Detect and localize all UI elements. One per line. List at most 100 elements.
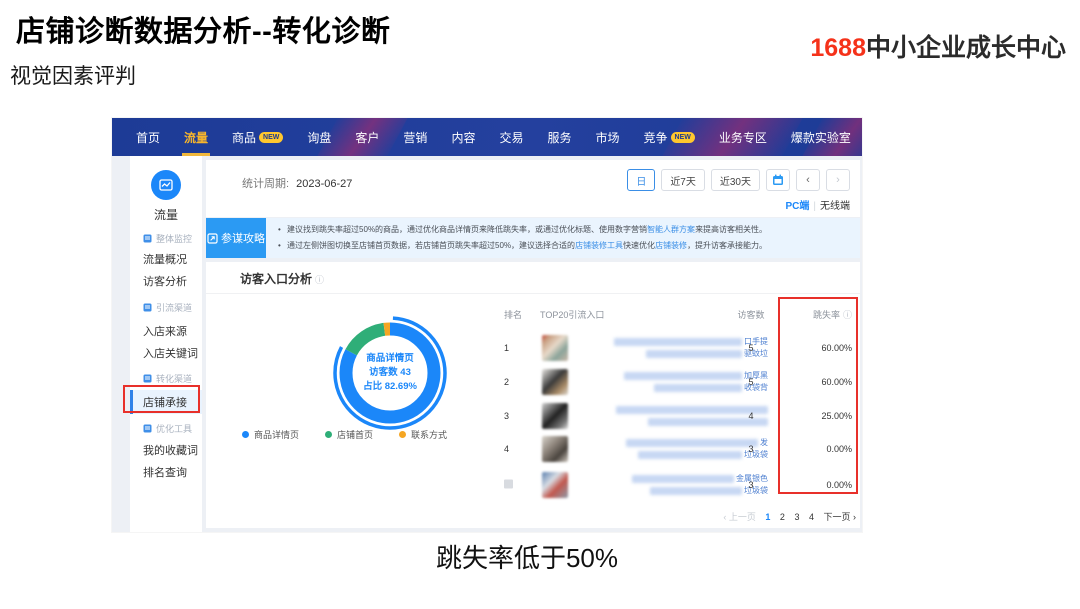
device-pc-tab[interactable]: PC端 [785, 201, 809, 212]
doc-icon [143, 303, 152, 312]
pagination-page-4[interactable]: 4 [809, 512, 814, 522]
new-badge: NEW [259, 132, 283, 143]
logo-brand: 1688 [810, 34, 866, 62]
tip-text: 建议找到跳失率超过50%的商品，通过优化商品详情页来降低跳失率，或通过优化标题、… [287, 225, 647, 234]
tip-text: 通过左侧饼图切换至店铺首页数据，若店铺首页跳失率超过50%，建议选择合适的 [287, 241, 575, 250]
shop-decoration-tool-link[interactable]: 店铺装修工具 [575, 241, 623, 250]
sidebar-item-label: 流量概况 [143, 251, 187, 267]
nav-item-customers[interactable]: 客户 [343, 118, 391, 156]
sidebar-item-visitor-analysis[interactable]: 访客分析 [130, 273, 202, 289]
nav-item-trade[interactable]: 交易 [487, 118, 535, 156]
table-row[interactable]: 金属银色 垃圾袋 3 0.00% [206, 469, 860, 501]
top-nav: 首页 流量 商品NEW 询盘 客户 营销 内容 交易 服务 市场 竞争NEW 业… [112, 118, 862, 156]
sidebar-item-entry-keywords[interactable]: 入店关键词 [130, 345, 202, 361]
sidebar-item-label: 入店关键词 [143, 345, 198, 361]
next-date-button[interactable]: › [826, 169, 850, 191]
product-thumbnail-blurred [542, 335, 568, 361]
nav-item-market[interactable]: 市场 [583, 118, 631, 156]
sidebar-item-my-saved-words[interactable]: 我的收藏词 [130, 442, 202, 458]
header-bounce: 跳失率ⓘ [772, 308, 852, 321]
nav-item-competition[interactable]: 竞争NEW [632, 118, 707, 156]
section-title: 访客入口分析ⓘ [240, 270, 324, 287]
sidebar: 流量 整体监控 流量概况 访客分析 引流渠道 入店来源 入店关键词 转化渠道 店… [130, 156, 202, 532]
logo-1688: 1688中小企业成长中心 [810, 28, 1066, 64]
sidebar-section-conversion-channels[interactable]: 转化渠道 [130, 370, 202, 386]
nav-item-inquiry[interactable]: 询盘 [295, 118, 343, 156]
divider [206, 293, 860, 294]
new-badge: NEW [671, 132, 695, 143]
stats-header-card: 统计周期: 2023-06-27 日 近7天 近30天 ‹ › PC端 | 无线端 [206, 160, 860, 217]
nav-item-content[interactable]: 内容 [439, 118, 487, 156]
dashboard-screenshot: 首页 流量 商品NEW 询盘 客户 营销 内容 交易 服务 市场 竞争NEW 业… [112, 118, 862, 532]
header-bounce-text: 跳失率 [813, 310, 840, 320]
sidebar-item-shop-reception[interactable]: 店铺承接 [130, 390, 202, 414]
tip-text: 快速优化 [623, 241, 655, 250]
info-icon[interactable]: ⓘ [843, 310, 852, 320]
table-row[interactable]: 2 加厚黑 收袋背 5 60.00% [206, 366, 860, 398]
row-bounce-rate: 60.00% [772, 343, 852, 353]
table-row[interactable]: 4 发 垃圾袋 3 0.00% [206, 433, 860, 465]
nav-item-service[interactable]: 服务 [535, 118, 583, 156]
visitor-entry-analysis-card: 访客入口分析ⓘ 商品详情页 访客数 43 占比 82.69% 商品详情页 店铺首… [206, 262, 860, 528]
traffic-chart-icon [151, 170, 181, 200]
range-button-7days[interactable]: 近7天 [661, 169, 705, 191]
sidebar-section-optimization-tools[interactable]: 优化工具 [130, 420, 202, 436]
pagination-page-1[interactable]: 1 [765, 512, 770, 522]
calendar-button[interactable] [766, 169, 790, 191]
sidebar-item-rank-query[interactable]: 排名查询 [130, 464, 202, 480]
device-wireless-tab[interactable]: 无线端 [820, 201, 850, 212]
slide-caption: 跳失率低于50% [436, 538, 618, 575]
sidebar-item-label: 访客分析 [143, 273, 187, 289]
tip-bullet-1: 建议找到跳失率超过50%的商品，通过优化商品详情页来降低跳失率，或通过优化标题、… [278, 222, 850, 238]
pagination-prev[interactable]: ‹ 上一页 [723, 512, 756, 522]
doc-icon [143, 424, 152, 433]
nav-item-marketing[interactable]: 营销 [391, 118, 439, 156]
row-bounce-rate: 60.00% [772, 377, 852, 387]
nav-item-label: 竞争 [644, 129, 668, 146]
pagination-page-2[interactable]: 2 [780, 512, 785, 522]
tips-body: 建议找到跳失率超过50%的商品，通过优化商品详情页来降低跳失率，或通过优化标题、… [266, 218, 860, 258]
table-row[interactable]: 1 口手提 驱蚊垃 5 60.00% [206, 332, 860, 364]
sidebar-item-label: 排名查询 [143, 464, 187, 480]
pagination: ‹ 上一页 1 2 3 4 下一页 › [206, 510, 856, 523]
tip-text: ，提升访客承接能力。 [687, 241, 767, 250]
header-rank: 排名 [504, 308, 534, 321]
row-bounce-rate: 0.00% [772, 444, 852, 454]
row-bounce-rate: 25.00% [772, 411, 852, 421]
sidebar-item-label: 店铺承接 [143, 394, 187, 410]
info-icon[interactable]: ⓘ [315, 275, 324, 285]
nav-item-business-zone[interactable]: 业务专区 [707, 118, 779, 156]
advisor-tips: 参谋攻略 建议找到跳失率超过50%的商品，通过优化商品详情页来降低跳失率，或通过… [206, 218, 860, 258]
nav-item-home[interactable]: 首页 [124, 118, 172, 156]
pagination-next[interactable]: 下一页 › [824, 512, 857, 522]
pagination-page-3[interactable]: 3 [794, 512, 799, 522]
shop-decoration-link[interactable]: 店铺装修 [655, 241, 687, 250]
sidebar-section-monitoring[interactable]: 整体监控 [130, 230, 202, 246]
range-button-30days[interactable]: 近30天 [711, 169, 760, 191]
row-rank [504, 480, 534, 491]
product-thumbnail-blurred [542, 436, 568, 462]
divider: | [813, 201, 816, 212]
doc-icon [143, 374, 152, 383]
sidebar-item-traffic-overview[interactable]: 流量概况 [130, 251, 202, 267]
table-row[interactable]: 3 4 25.00% [206, 400, 860, 432]
sidebar-item-label: 引流渠道 [156, 301, 192, 314]
doc-icon [143, 234, 152, 243]
sidebar-section-traffic-channels[interactable]: 引流渠道 [130, 299, 202, 315]
sidebar-app-label: 流量 [130, 206, 202, 223]
nav-item-traffic[interactable]: 流量 [172, 118, 220, 156]
nav-item-products[interactable]: 商品NEW [220, 118, 295, 156]
nav-item-hot-lab[interactable]: 爆款实验室 [779, 118, 862, 156]
row-rank: 2 [504, 377, 534, 387]
smart-audience-link[interactable]: 智能人群方案 [647, 225, 695, 234]
range-button-day[interactable]: 日 [627, 169, 655, 191]
stats-period: 统计周期: 2023-06-27 [242, 175, 352, 191]
row-rank: 1 [504, 343, 534, 353]
advisor-strategy-button[interactable]: 参谋攻略 [206, 218, 266, 258]
table-header: 排名 TOP20引流入口 访客数 跳失率ⓘ [206, 308, 860, 322]
stats-period-value: 2023-06-27 [296, 178, 352, 190]
slide-subtitle: 视觉因素评判 [10, 60, 136, 90]
sidebar-item-entry-source[interactable]: 入店来源 [130, 323, 202, 339]
blurred-text-bar [632, 475, 734, 483]
prev-date-button[interactable]: ‹ [796, 169, 820, 191]
